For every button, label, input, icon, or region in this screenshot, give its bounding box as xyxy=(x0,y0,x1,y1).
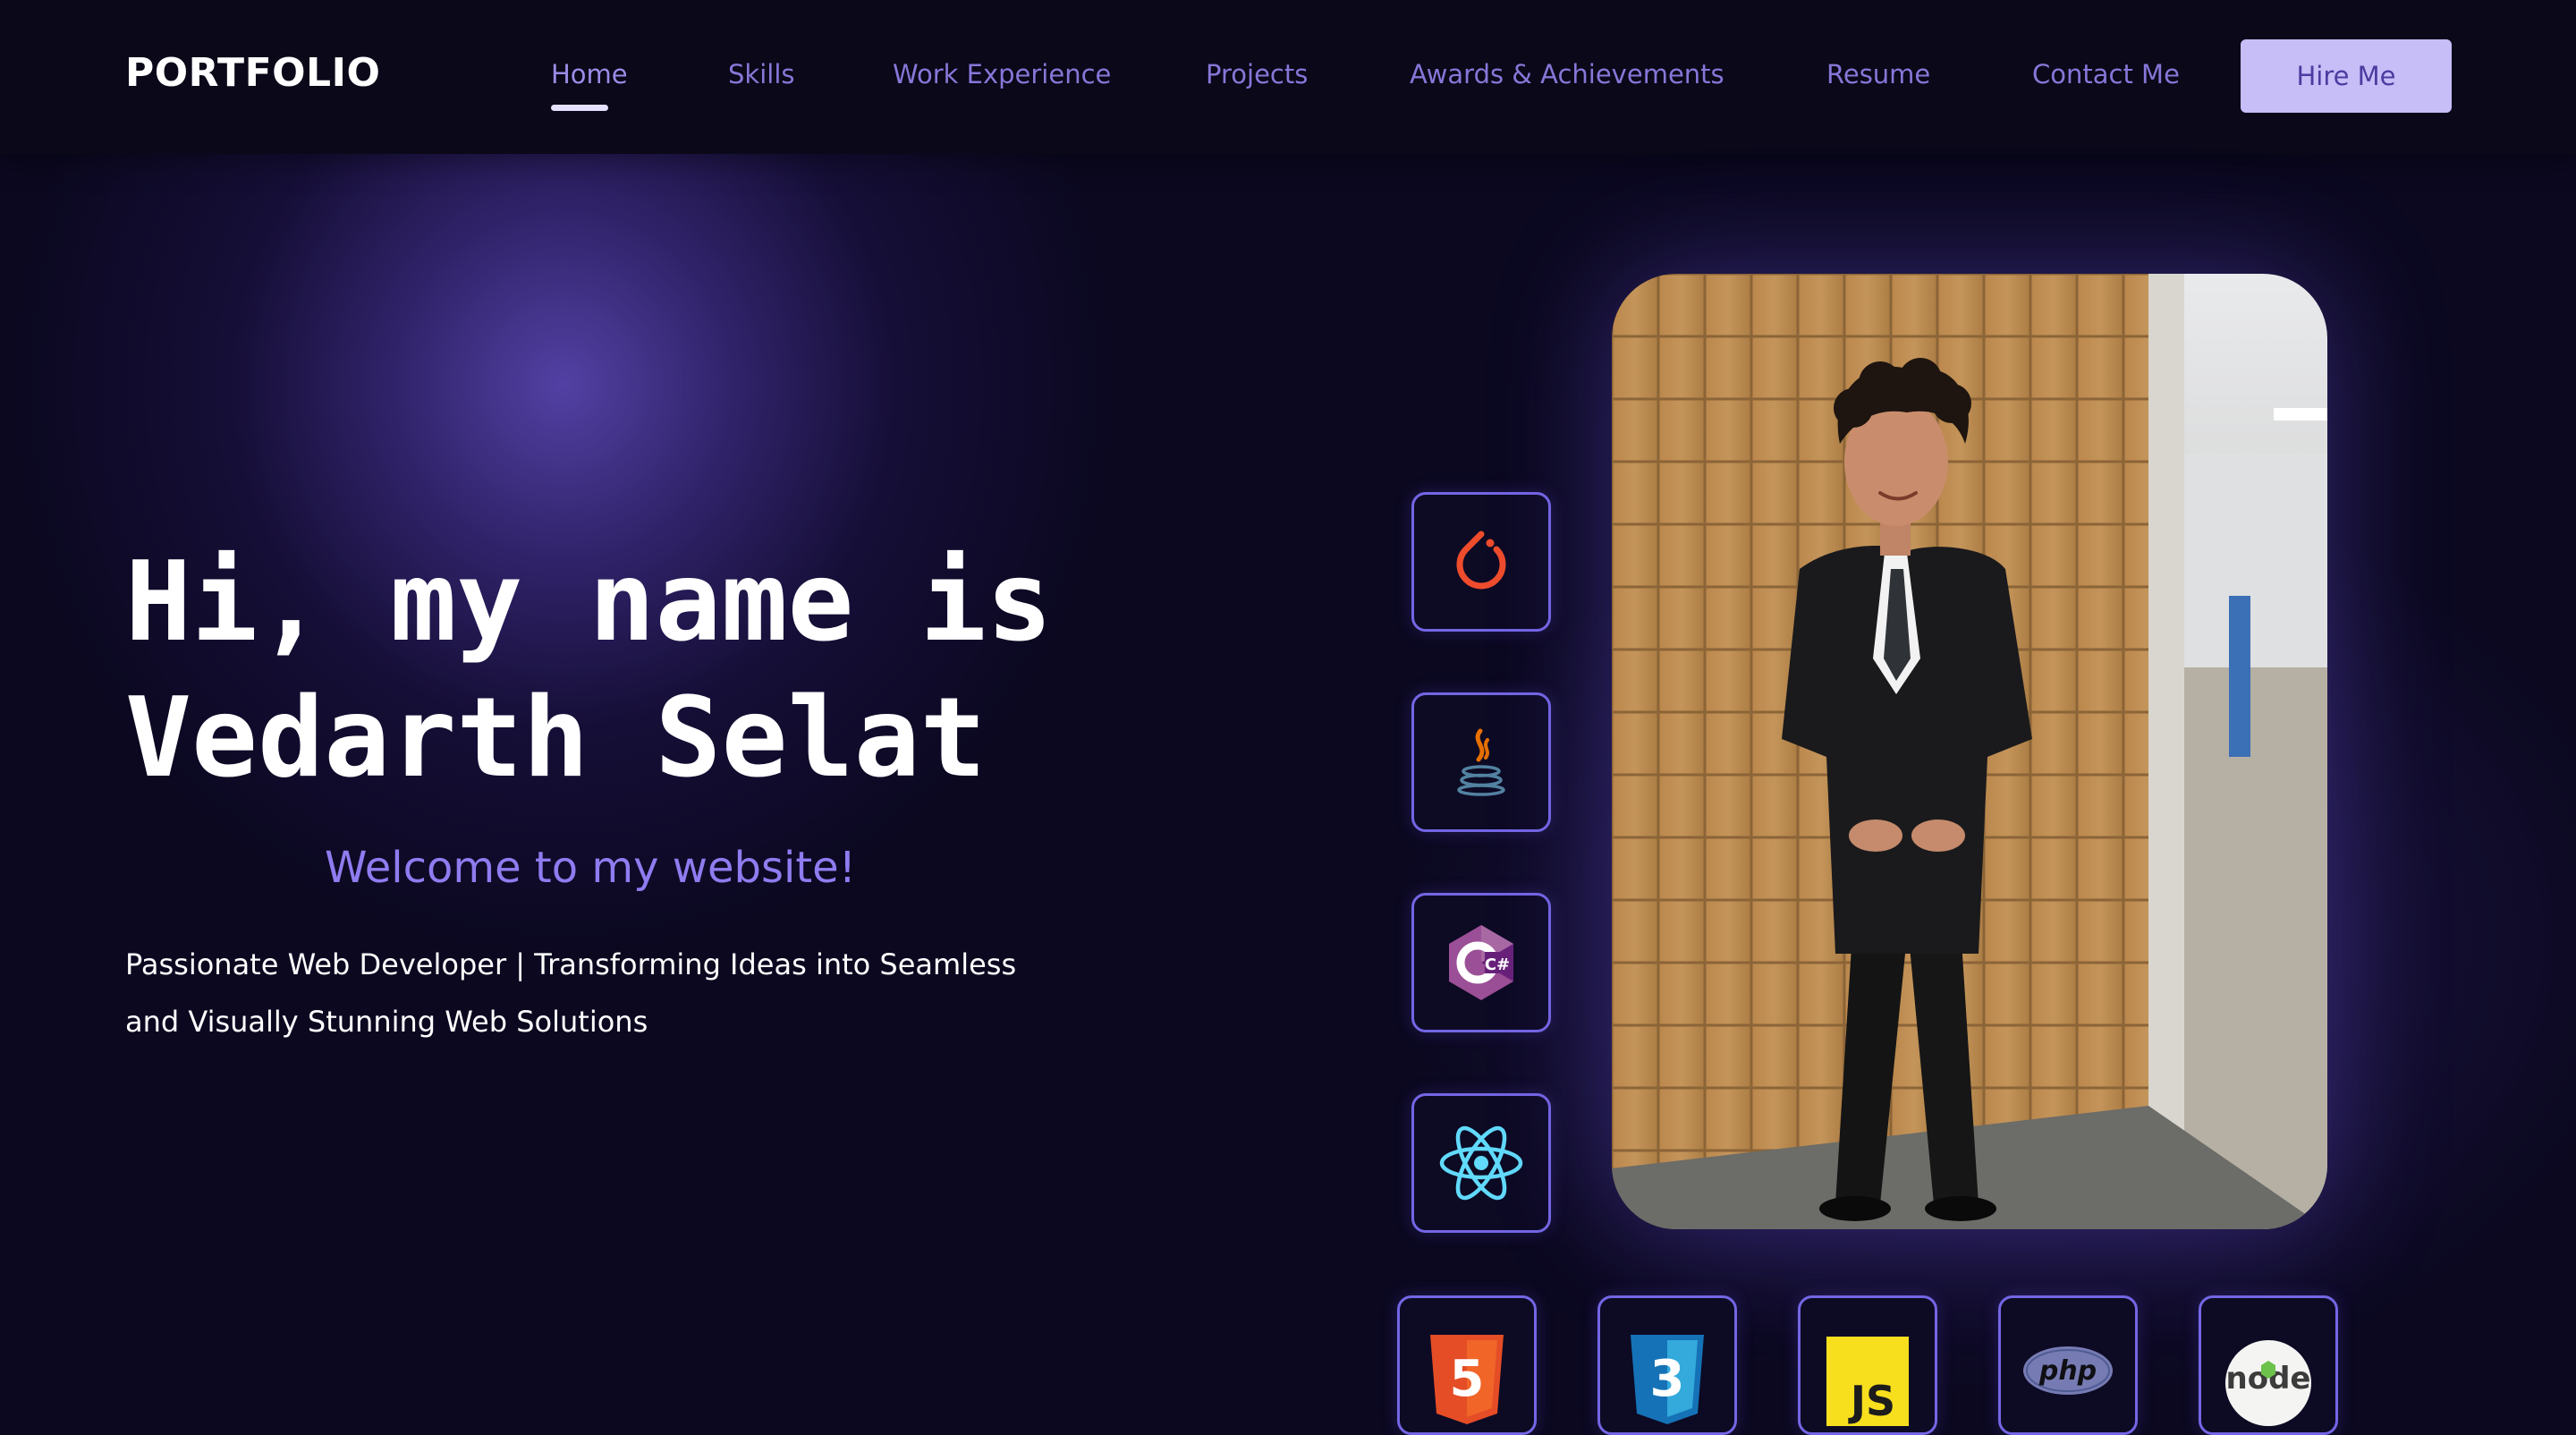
profile-photo xyxy=(1612,274,2327,1229)
css3-icon: 3 xyxy=(1631,1335,1704,1424)
nav-projects[interactable]: Projects xyxy=(1206,59,1308,89)
csharp-icon: C# xyxy=(1449,925,1513,1000)
navbar: PORTFOLIO Home Skills Work Experience Pr… xyxy=(0,0,2576,154)
skill-tile-css3[interactable]: 3 xyxy=(1597,1295,1737,1435)
php-glyph: php xyxy=(2038,1355,2097,1387)
skill-tile-pytorch[interactable] xyxy=(1411,492,1551,632)
skill-tile-html5[interactable]: 5 xyxy=(1397,1295,1537,1435)
php-icon: php xyxy=(2023,1346,2113,1395)
nav-awards-achievements[interactable]: Awards & Achievements xyxy=(1410,59,1724,89)
html5-glyph: 5 xyxy=(1450,1350,1485,1408)
nav-contact-me[interactable]: Contact Me xyxy=(2032,59,2180,89)
react-icon xyxy=(1439,1125,1523,1201)
skill-tile-csharp[interactable]: C# xyxy=(1411,893,1551,1032)
skill-tile-java[interactable] xyxy=(1411,692,1551,832)
skill-tile-nodejs[interactable]: node xyxy=(2199,1295,2338,1435)
java-icon xyxy=(1457,728,1505,796)
javascript-glyph: JS xyxy=(1848,1377,1895,1425)
csharp-glyph: C# xyxy=(1485,955,1510,974)
skill-tile-php[interactable]: php xyxy=(1998,1295,2138,1435)
css3-glyph: 3 xyxy=(1650,1350,1685,1408)
nav-skills[interactable]: Skills xyxy=(728,59,794,89)
nodejs-icon: node xyxy=(2225,1340,2311,1426)
nav-home[interactable]: Home xyxy=(551,59,628,89)
pytorch-icon xyxy=(1456,531,1506,590)
javascript-icon: JS xyxy=(1826,1337,1909,1426)
skill-tile-javascript[interactable]: JS xyxy=(1798,1295,1937,1435)
skill-tile-react[interactable] xyxy=(1411,1093,1551,1233)
site-logo[interactable]: PORTFOLIO xyxy=(125,50,380,96)
hero-title: Hi, my name is Vedarth Selat xyxy=(125,535,1053,807)
nav-active-indicator xyxy=(551,105,608,111)
tagline: Passionate Web Developer | Transforming … xyxy=(125,936,1091,1050)
html5-icon: 5 xyxy=(1430,1335,1504,1424)
nav-resume[interactable]: Resume xyxy=(1826,59,1930,89)
hero-title-line-2: Vedarth Selat xyxy=(125,675,987,802)
nav-work-experience[interactable]: Work Experience xyxy=(893,59,1111,89)
tagline-line-1: Passionate Web Developer | Transforming … xyxy=(125,947,1017,981)
tagline-line-2: and Visually Stunning Web Solutions xyxy=(125,1005,648,1039)
hero-title-line-1: Hi, my name is xyxy=(125,539,1053,667)
hire-me-button[interactable]: Hire Me xyxy=(2241,39,2452,113)
welcome-text: Welcome to my website! xyxy=(325,843,856,893)
